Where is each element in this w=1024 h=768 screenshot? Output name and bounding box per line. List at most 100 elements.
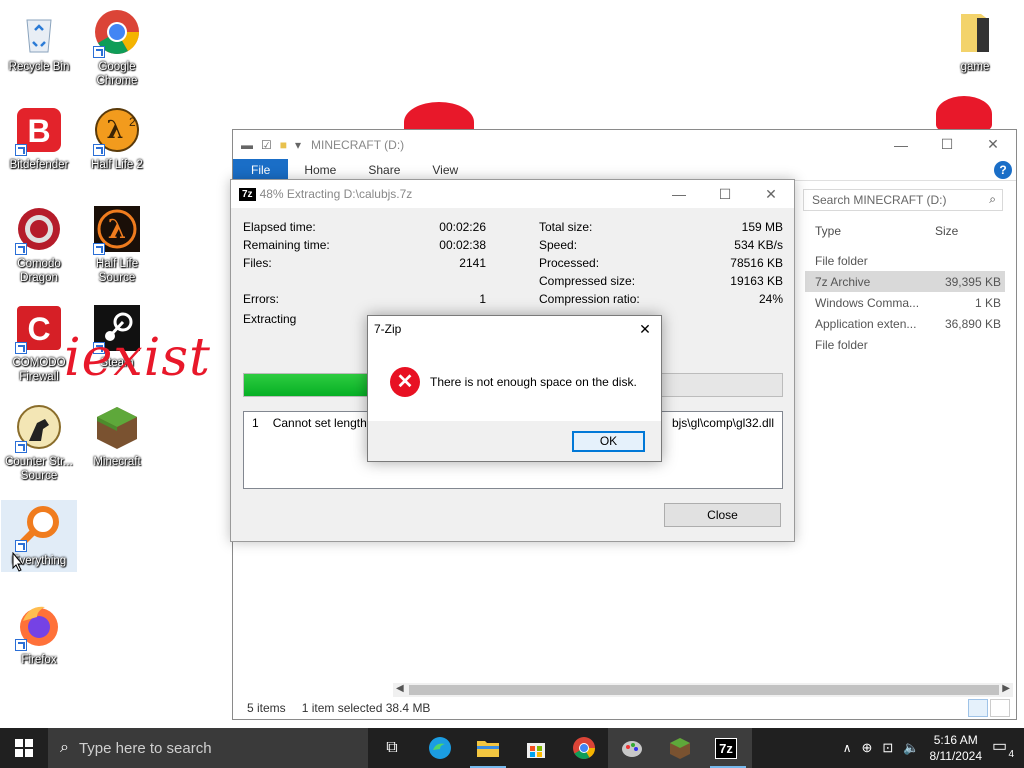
file-type: 7z Archive xyxy=(815,274,871,289)
stat-label: Elapsed time: xyxy=(243,220,316,234)
7zip-icon: 7z xyxy=(239,187,256,201)
start-button[interactable] xyxy=(0,728,48,768)
desktop-icon-label: Bitdefender xyxy=(9,159,69,171)
taskbar-app-file-explorer[interactable] xyxy=(464,728,512,768)
search-icon: ⌕ xyxy=(60,739,69,756)
task-view-button[interactable]: ⧉ xyxy=(368,728,416,768)
error-number: 1 xyxy=(252,416,259,430)
stat-value: 159 MB xyxy=(741,220,783,234)
recycle-bin-icon xyxy=(15,8,63,56)
taskbar-app-7zip[interactable]: 7z xyxy=(704,728,752,768)
message-box-title-bar[interactable]: 7-Zip xyxy=(368,316,661,342)
search-placeholder: Search MINECRAFT (D:) xyxy=(812,193,947,207)
close-icon[interactable]: ✕ xyxy=(629,316,661,342)
desktop-icon-half-life-source[interactable]: λ Half Life Source xyxy=(79,205,155,285)
stat-value: 2141 xyxy=(459,256,486,270)
desktop-icon-firefox[interactable]: Firefox xyxy=(1,601,77,667)
progress-title-bar[interactable]: 7z 48% Extracting D:\calubjs.7z — ☐ ✕ xyxy=(231,180,794,208)
search-input[interactable]: Search MINECRAFT (D:) ⌕ xyxy=(803,189,1003,211)
task-view-icon: ⧉ xyxy=(386,739,398,756)
stat-label: Files: xyxy=(243,256,272,270)
status-bar: 5 items 1 item selected 38.4 MB xyxy=(247,701,430,715)
paint-icon xyxy=(622,741,642,757)
tray-app-icon[interactable]: ⊕ xyxy=(862,740,873,756)
details-view-icon[interactable] xyxy=(968,699,988,717)
desktop-icon-label: Google Chrome xyxy=(96,61,138,87)
minimize-button[interactable]: — xyxy=(878,130,924,159)
scroll-right-icon[interactable]: ▶ xyxy=(1002,683,1010,694)
taskbar-app-store[interactable] xyxy=(512,728,560,768)
maximize-button[interactable]: ☐ xyxy=(924,130,970,159)
maximize-button[interactable]: ☐ xyxy=(702,180,748,208)
taskbar-search-box[interactable]: ⌕ Type here to search xyxy=(48,728,368,768)
stat-line: Files: 2141 xyxy=(243,256,486,274)
close-button[interactable]: ✕ xyxy=(970,130,1016,159)
drive-icon[interactable]: ▬ xyxy=(241,138,253,152)
stat-value: 19163 KB xyxy=(730,274,783,288)
file-row[interactable]: Application exten... 36,890 KB xyxy=(805,313,1005,334)
desktop-icon-comodo-dragon[interactable]: Comodo Dragon xyxy=(1,205,77,285)
close-button[interactable]: Close xyxy=(664,503,781,527)
shortcut-arrow-icon xyxy=(15,441,27,453)
chevron-up-icon[interactable]: ∧ xyxy=(843,741,852,755)
volume-icon[interactable]: 🔈 xyxy=(903,740,919,756)
desktop-icon-label: Half Life 2 xyxy=(91,159,143,171)
taskbar-app-paint[interactable] xyxy=(608,728,656,768)
desktop-icon-minecraft[interactable]: Minecraft xyxy=(79,403,155,469)
file-type: Application exten... xyxy=(815,316,917,331)
network-icon[interactable]: ⊡ xyxy=(882,740,893,756)
file-row[interactable]: Windows Comma... 1 KB xyxy=(805,292,1005,313)
scroll-left-icon[interactable]: ◀ xyxy=(396,683,404,694)
tab-view[interactable]: View xyxy=(416,159,474,180)
file-type: File folder xyxy=(815,337,868,352)
column-header-type[interactable]: Type xyxy=(805,222,925,240)
taskbar-app-minecraft[interactable] xyxy=(656,728,704,768)
file-size: 36,890 KB xyxy=(944,316,1001,331)
error-message-box[interactable]: 7-Zip ✕ ✕ There is not enough space on t… xyxy=(367,315,662,462)
taskbar-app-edge[interactable] xyxy=(416,728,464,768)
stat-label: Errors: xyxy=(243,292,279,306)
new-folder-icon[interactable]: ■ xyxy=(280,138,287,152)
large-icons-view-icon[interactable] xyxy=(990,699,1010,717)
status-size: 38.4 MB xyxy=(385,701,431,715)
notification-button[interactable]: ▭ 4 xyxy=(992,736,1016,760)
file-row[interactable]: File folder xyxy=(805,334,1005,355)
help-icon[interactable]: ? xyxy=(994,161,1012,179)
desktop-icon-recycle-bin[interactable]: Recycle Bin xyxy=(1,8,77,74)
error-text-tail: bjs\gl\comp\gl32.dll xyxy=(671,416,774,430)
shortcut-arrow-icon xyxy=(15,540,27,552)
folder-icon xyxy=(951,8,999,56)
horizontal-scrollbar[interactable]: ◀ ▶ xyxy=(393,683,1013,697)
desktop-icon-bitdefender[interactable]: B Bitdefender xyxy=(1,106,77,172)
file-row[interactable]: File folder xyxy=(805,250,1005,271)
properties-icon[interactable]: ☑ xyxy=(261,138,272,152)
taskbar-app-chrome[interactable] xyxy=(560,728,608,768)
svg-text:λ: λ xyxy=(108,215,126,245)
minimize-button[interactable]: — xyxy=(656,180,702,208)
close-button[interactable]: ✕ xyxy=(748,180,794,208)
tab-share[interactable]: Share xyxy=(352,159,416,180)
mouse-cursor-icon xyxy=(12,552,24,572)
quick-access-toolbar: ▬ ☑ ■ ▾ xyxy=(241,138,301,152)
file-explorer-icon xyxy=(477,741,499,757)
minecraft-icon xyxy=(93,403,141,451)
file-row[interactable]: 7z Archive 39,395 KB xyxy=(805,271,1005,292)
svg-text:2: 2 xyxy=(129,115,136,129)
tab-file[interactable]: File xyxy=(233,159,289,180)
explorer-title-bar[interactable]: ▬ ☑ ■ ▾ MINECRAFT (D:) — ☐ ✕ xyxy=(233,130,1016,159)
clock[interactable]: 5:16 AM 8/11/2024 xyxy=(930,732,983,764)
desktop-icon-counter-strike-source[interactable]: Counter Str... Source xyxy=(1,403,77,483)
scrollbar-thumb[interactable] xyxy=(409,685,999,695)
ok-button[interactable]: OK xyxy=(572,431,645,452)
desktop-icon-game[interactable]: game xyxy=(937,8,1013,74)
desktop-icon-half-life-2[interactable]: λ2 Half Life 2 xyxy=(79,106,155,172)
status-selected: 1 item selected xyxy=(301,701,383,715)
shortcut-arrow-icon xyxy=(93,243,105,255)
column-header-size[interactable]: Size xyxy=(925,222,968,240)
shortcut-arrow-icon xyxy=(15,144,27,156)
stat-value: 78516 KB xyxy=(730,256,783,270)
windows-logo-icon xyxy=(15,739,33,757)
tab-home[interactable]: Home xyxy=(288,159,352,180)
chevron-down-icon[interactable]: ▾ xyxy=(295,138,301,152)
desktop-icon-google-chrome[interactable]: Google Chrome xyxy=(79,8,155,88)
